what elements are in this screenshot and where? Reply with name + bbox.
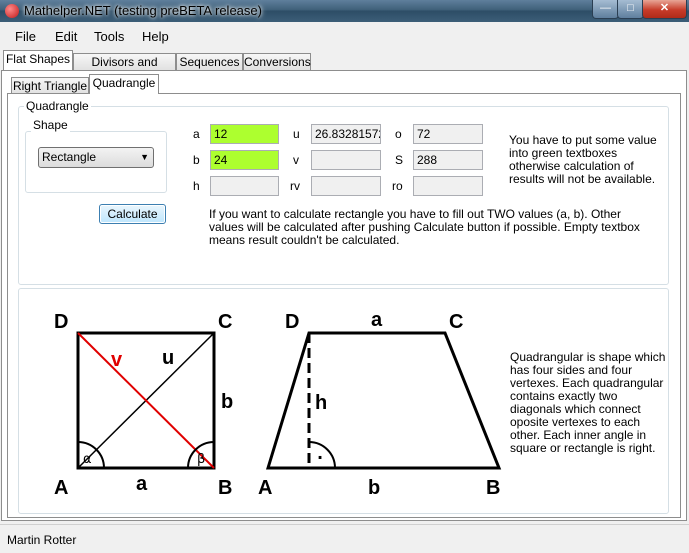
trap-vertex-a: A — [258, 477, 272, 499]
rect-side-b: b — [221, 391, 233, 413]
label-alpha: α — [83, 452, 92, 467]
rect-vertex-b: B — [218, 477, 232, 499]
shape-description: Quadrangular is shape which has four sid… — [510, 350, 666, 455]
rect-vertex-a: A — [54, 477, 68, 499]
rect-vertex-c: C — [218, 311, 232, 333]
trapezoid-shape — [265, 331, 502, 470]
trap-side-a: a — [371, 309, 383, 331]
rect-side-a: a — [136, 473, 148, 495]
label-diagonal-u: u — [162, 347, 174, 369]
trap-vertex-d: D — [285, 311, 299, 333]
right-angle-dot: · — [317, 448, 323, 467]
status-author: Martin Rotter — [7, 533, 77, 547]
trap-height-h: h — [315, 392, 327, 414]
rect-vertex-d: D — [54, 311, 68, 333]
trap-vertex-c: C — [449, 311, 463, 333]
status-bar: Martin Rotter — [0, 524, 689, 553]
trap-vertex-b: B — [486, 477, 500, 499]
tab-quadrangle[interactable]: Quadrangle — [89, 74, 159, 94]
trap-side-b: b — [368, 477, 380, 499]
tab-flat-shapes[interactable]: Flat Shapes — [3, 50, 73, 70]
label-diagonal-v: v — [111, 349, 123, 371]
label-beta: β — [197, 452, 205, 467]
